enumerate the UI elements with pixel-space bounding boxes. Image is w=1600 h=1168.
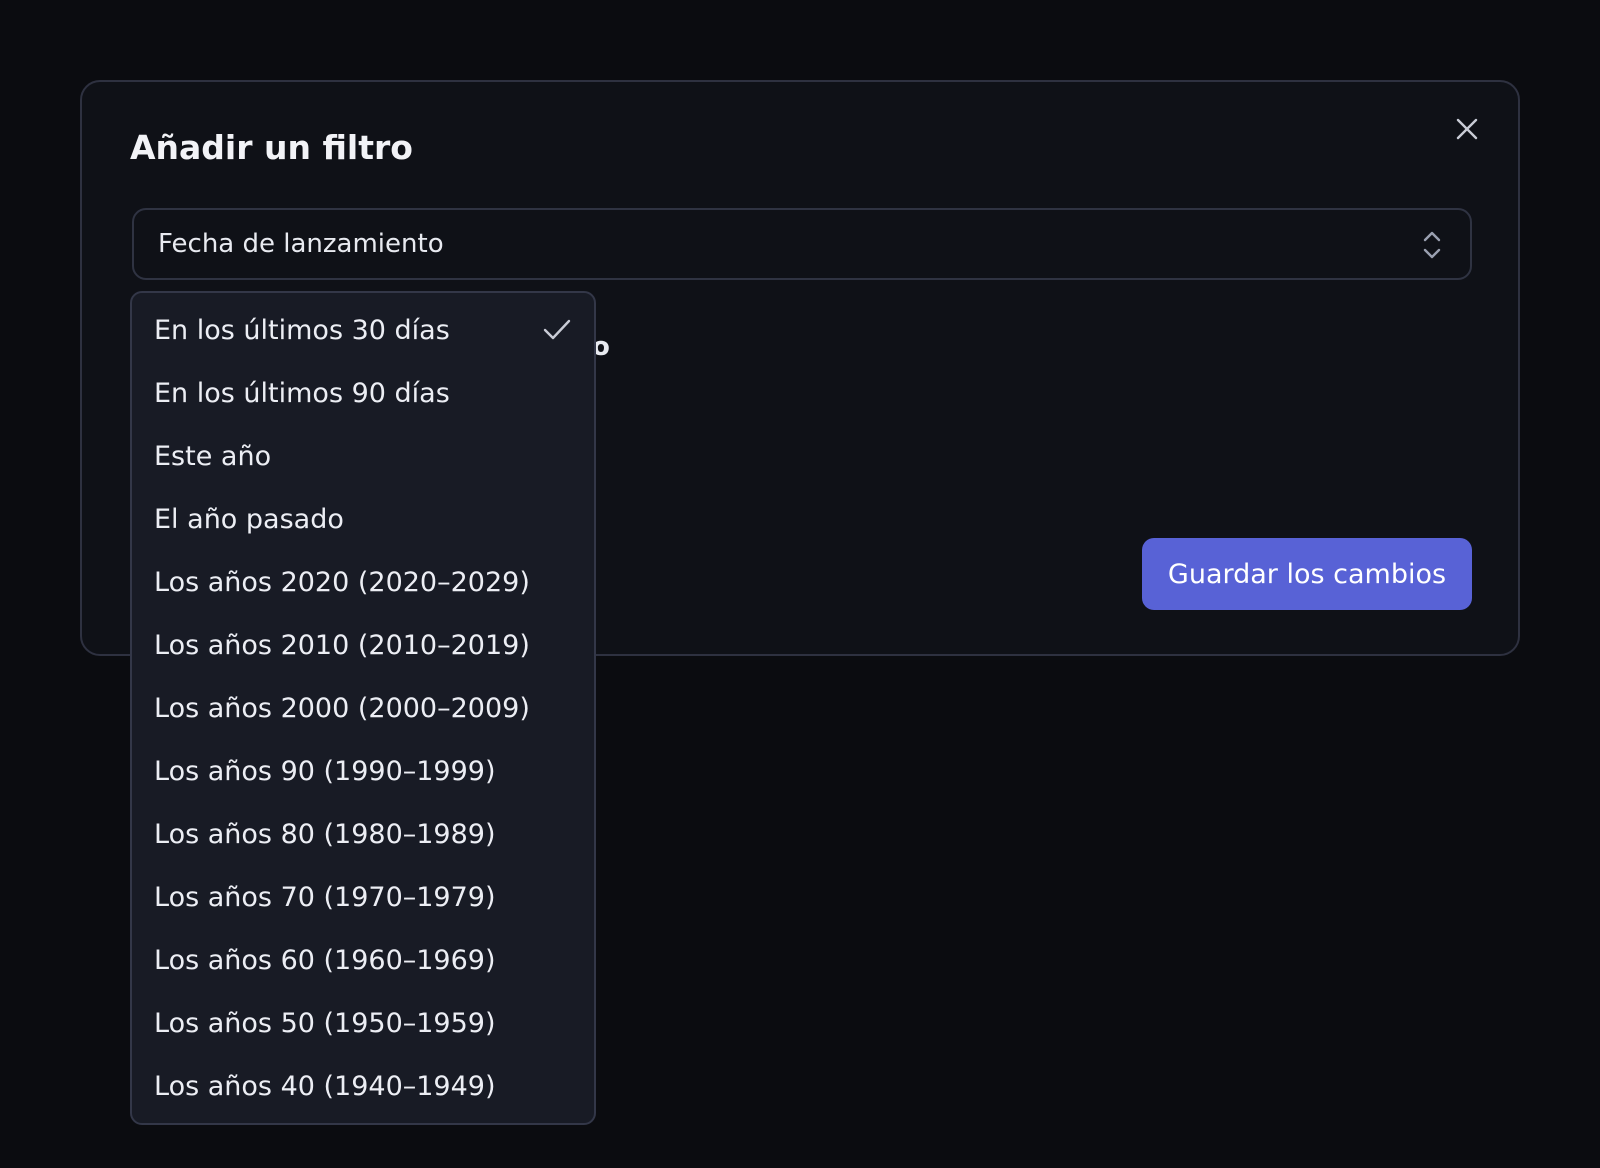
filter-field-value: Fecha de lanzamiento [158, 229, 444, 259]
dropdown-option[interactable]: Los años 50 (1950–1959) [132, 992, 594, 1055]
dropdown-option[interactable]: En los últimos 90 días [132, 362, 594, 425]
dropdown-option-label: El año pasado [154, 504, 344, 535]
dropdown-option[interactable]: El año pasado [132, 488, 594, 551]
dropdown-option-label: En los últimos 30 días [154, 315, 450, 346]
filter-field-select[interactable]: Fecha de lanzamiento [132, 208, 1472, 280]
dropdown-option[interactable]: En los últimos 30 días [132, 299, 594, 362]
dropdown-option[interactable]: Este año [132, 425, 594, 488]
dropdown-option[interactable]: Los años 80 (1980–1989) [132, 803, 594, 866]
dropdown-option-label: Los años 2020 (2020–2029) [154, 567, 530, 598]
dropdown-option[interactable]: Los años 70 (1970–1979) [132, 866, 594, 929]
chevron-up-down-icon [1423, 231, 1441, 259]
dropdown-option-label: En los últimos 90 días [154, 378, 450, 409]
dropdown-option-label: Los años 2000 (2000–2009) [154, 693, 530, 724]
dropdown-option[interactable]: Los años 2020 (2020–2029) [132, 551, 594, 614]
dropdown-option[interactable]: Los años 40 (1940–1949) [132, 1055, 594, 1118]
close-button[interactable] [1450, 112, 1484, 146]
date-range-dropdown: En los últimos 30 días En los últimos 90 … [130, 291, 596, 1125]
dropdown-option-label: Los años 2010 (2010–2019) [154, 630, 530, 661]
dialog-title: Añadir un filtro [130, 128, 413, 167]
dropdown-option[interactable]: Los años 90 (1990–1999) [132, 740, 594, 803]
check-icon [543, 319, 571, 340]
dropdown-option[interactable]: Los años 2000 (2000–2009) [132, 677, 594, 740]
dropdown-option-label: Los años 70 (1970–1979) [154, 882, 496, 913]
dropdown-option-label: Este año [154, 441, 272, 472]
dropdown-option-label: Los años 60 (1960–1969) [154, 945, 496, 976]
dropdown-option-label: Los años 90 (1990–1999) [154, 756, 496, 787]
dropdown-option[interactable]: Los años 60 (1960–1969) [132, 929, 594, 992]
dropdown-option-label: Los años 80 (1980–1989) [154, 819, 496, 850]
save-changes-button[interactable]: Guardar los cambios [1142, 538, 1472, 610]
dropdown-option-label: Los años 40 (1940–1949) [154, 1071, 496, 1102]
close-icon [1456, 118, 1478, 140]
dropdown-option[interactable]: Los años 2010 (2010–2019) [132, 614, 594, 677]
dropdown-option-label: Los años 50 (1950–1959) [154, 1008, 496, 1039]
